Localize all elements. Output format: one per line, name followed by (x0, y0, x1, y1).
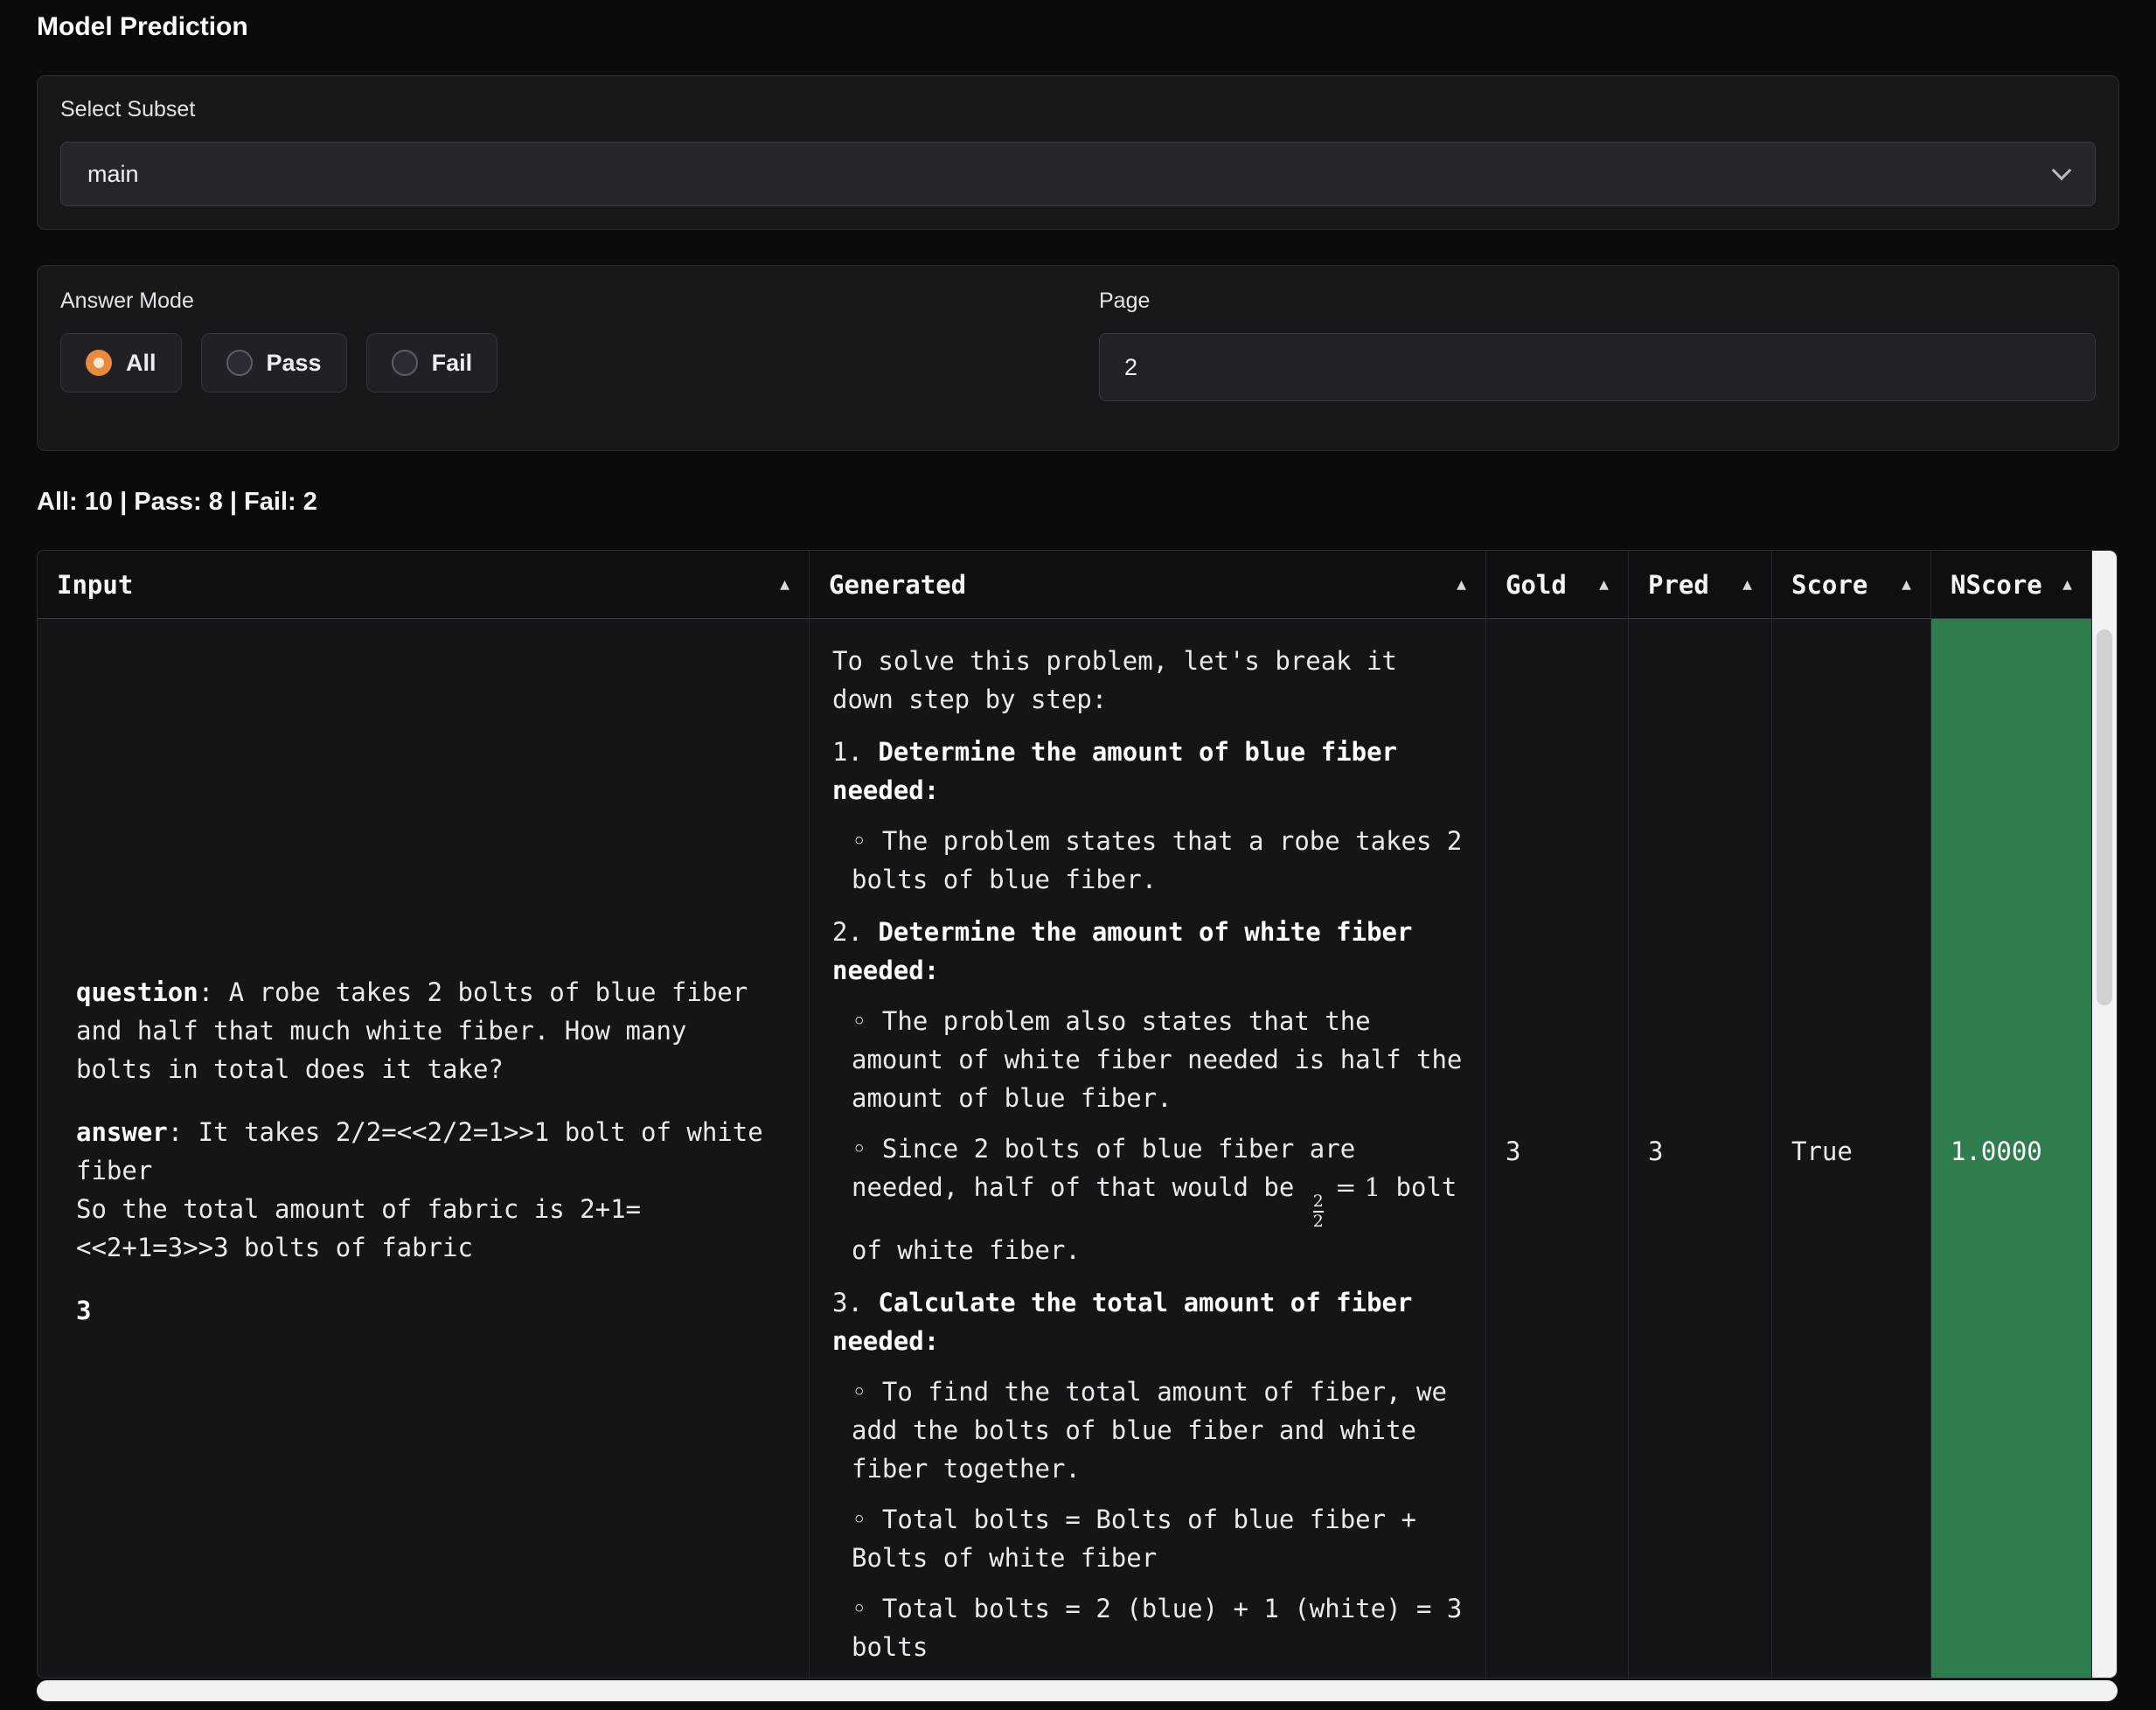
page: Model Prediction Select Subset main Answ… (0, 0, 2156, 1701)
column-header-gold[interactable]: Gold ▲ (1486, 551, 1629, 619)
radio-unselected-icon (226, 350, 253, 376)
generated-bullet: ◦ Since 2 bolts of blue fiber are needed… (852, 1130, 1463, 1269)
column-header-label: Pred (1648, 570, 1709, 600)
table-body: question: A robe takes 2 bolts of blue f… (38, 619, 2117, 1678)
answer-mode-option-pass[interactable]: Pass (201, 333, 347, 393)
radio-option-label: All (126, 350, 156, 377)
column-header-input[interactable]: Input ▲ (38, 551, 810, 619)
page-label: Page (1099, 288, 2096, 314)
page-title: Model Prediction (37, 12, 2119, 42)
column-header-generated[interactable]: Generated ▲ (810, 551, 1486, 619)
vertical-scrollbar[interactable] (2092, 551, 2117, 1678)
sort-ascending-icon[interactable]: ▲ (1457, 575, 1466, 594)
column-header-label: NScore (1951, 570, 2042, 600)
generated-step: 3. Calculate the total amount of fiber n… (832, 1283, 1463, 1360)
sort-ascending-icon[interactable]: ▲ (780, 575, 789, 594)
sort-ascending-icon[interactable]: ▲ (1902, 575, 1911, 594)
generated-step-title: Calculate the total amount of fiber need… (832, 1288, 1412, 1356)
input-paragraph: question: A robe takes 2 bolts of blue f… (76, 973, 770, 1088)
generated-step-title: Determine the amount of blue fiber neede… (832, 737, 1397, 805)
vertical-scrollbar-thumb[interactable] (2097, 629, 2112, 1005)
radio-option-label: Fail (432, 350, 473, 377)
table-header-row: Input ▲ Generated ▲ Gold ▲ Pred ▲ Score ▲ NScore ▲ (38, 551, 2117, 619)
sort-ascending-icon[interactable]: ▲ (1599, 575, 1609, 594)
generated-cell: To solve this problem, let's break it do… (810, 619, 1486, 1678)
generated-step: 1. Determine the amount of blue fiber ne… (832, 733, 1463, 810)
nscore-cell: 1.0000 (1931, 619, 2092, 1678)
radio-option-label: Pass (267, 350, 322, 377)
horizontal-scrollbar-thumb[interactable] (37, 1680, 2118, 1701)
subset-panel: Select Subset main (37, 75, 2119, 230)
math-fraction: 22 = 1 (1310, 1172, 1381, 1202)
answer-mode-label: Answer Mode (60, 288, 1047, 314)
subset-dropdown[interactable]: main (60, 142, 2096, 206)
generated-intro: To solve this problem, let's break it do… (832, 642, 1463, 719)
input-paragraph-bold: answer (76, 1117, 168, 1147)
generated-bullet: ◦ To find the total amount of fiber, we … (852, 1373, 1463, 1488)
sort-ascending-icon[interactable]: ▲ (2062, 575, 2072, 594)
horizontal-scrollbar[interactable] (37, 1680, 2118, 1701)
stats-summary: All: 10 | Pass: 8 | Fail: 2 (37, 488, 2119, 517)
nscore-value: 1.0000 (1951, 1132, 2042, 1171)
column-header-label: Gold (1506, 570, 1567, 600)
input-paragraph: 3 (76, 1291, 770, 1330)
subset-selected-value: main (87, 161, 139, 188)
input-paragraph-bold: question (76, 977, 198, 1007)
column-header-pred[interactable]: Pred ▲ (1629, 551, 1772, 619)
sort-ascending-icon[interactable]: ▲ (1742, 575, 1752, 594)
page-input[interactable] (1099, 333, 2096, 401)
column-header-label: Generated (829, 570, 966, 600)
score-cell: True (1772, 619, 1931, 1678)
input-cell: question: A robe takes 2 bolts of blue f… (38, 619, 810, 1678)
answer-mode-group: Answer Mode All Pass Fail (60, 288, 1047, 401)
chevron-down-icon (2052, 161, 2072, 181)
answer-mode-option-all[interactable]: All (60, 333, 182, 393)
column-header-label: Score (1791, 570, 1867, 600)
column-header-score[interactable]: Score ▲ (1772, 551, 1931, 619)
column-header-label: Input (57, 570, 133, 600)
generated-bullet: ◦ Total bolts = Bolts of blue fiber + Bo… (852, 1500, 1463, 1577)
generated-step: 2. Determine the amount of white fiber n… (832, 913, 1463, 990)
radio-selected-icon (86, 350, 112, 376)
pred-cell: 3 (1629, 619, 1772, 1678)
generated-step-title: Determine the amount of white fiber need… (832, 917, 1412, 985)
input-paragraph-bold: 3 (76, 1296, 91, 1325)
input-paragraph: answer: It takes 2/2=<<2/2=1>>1 bolt of … (76, 1113, 770, 1267)
column-header-nscore[interactable]: NScore ▲ (1931, 551, 2092, 619)
controls-panel: Answer Mode All Pass Fail Page (37, 265, 2119, 451)
generated-bullet: ◦ The problem states that a robe takes 2… (852, 822, 1463, 899)
subset-label: Select Subset (60, 97, 2096, 122)
answer-mode-option-fail[interactable]: Fail (366, 333, 498, 393)
gold-value: 3 (1506, 1132, 1520, 1171)
generated-bullet: ◦ The problem also states that the amoun… (852, 1002, 1463, 1117)
generated-bullet: ◦ Total bolts = 2 (blue) + 1 (white) = 3… (852, 1589, 1463, 1666)
score-value: True (1791, 1132, 1853, 1171)
fraction-stack: 22 (1313, 1192, 1324, 1231)
results-table: Input▲Generated▲Gold▲Pred▲Score▲NScore▲ … (37, 550, 2118, 1679)
page-group: Page (1099, 288, 2096, 401)
radio-unselected-icon (392, 350, 418, 376)
gold-cell: 3 (1486, 619, 1629, 1678)
pred-value: 3 (1648, 1132, 1663, 1171)
answer-mode-radio-group: All Pass Fail (60, 333, 1047, 393)
